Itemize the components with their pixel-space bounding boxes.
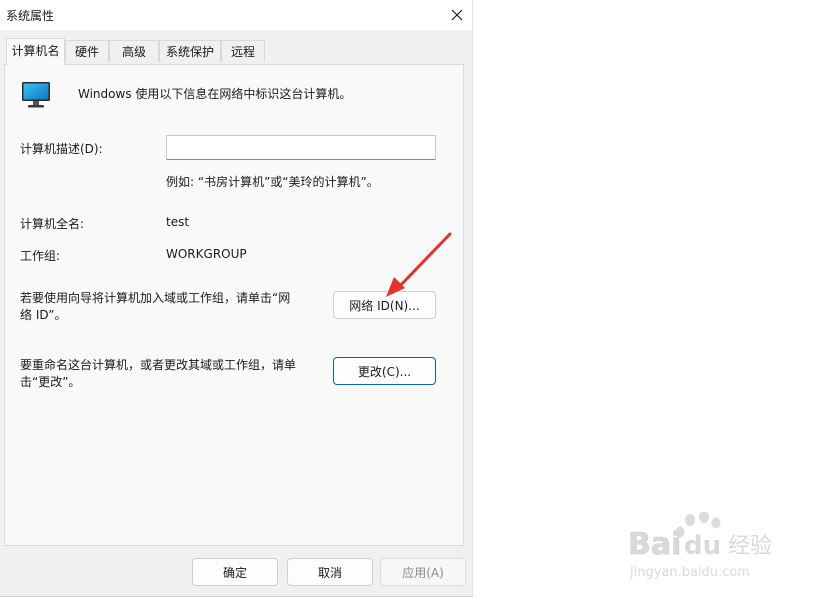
svg-text:Bai: Bai — [628, 527, 681, 562]
window-title: 系统属性 — [6, 9, 55, 23]
computer-monitor-icon — [22, 82, 50, 108]
network-id-instructions: 若要使用向导将计算机加入域或工作组，请单击“网络 ID”。 — [20, 291, 291, 322]
network-id-button[interactable]: 网络 ID(N)... — [333, 291, 436, 319]
tab-hardware[interactable]: 硬件 — [65, 40, 109, 62]
tab-label: 系统保护 — [165, 45, 214, 59]
full-name-label: 计算机全名: — [20, 217, 85, 231]
description-example: 例如: “书房计算机”或“美玲的计算机”。 — [166, 175, 379, 189]
cancel-button[interactable]: 取消 — [287, 558, 373, 586]
svg-text:jingyan.baidu.com: jingyan.baidu.com — [629, 565, 750, 580]
svg-text:经验: 经验 — [728, 534, 772, 559]
tab-label: 高级 — [121, 45, 146, 59]
full-name-value: test — [166, 215, 190, 229]
ok-button-label: 确定 — [222, 565, 247, 580]
ok-button[interactable]: 确定 — [192, 558, 278, 586]
computer-description-input[interactable] — [166, 135, 436, 160]
description-label: 计算机描述(D): — [20, 142, 103, 156]
tab-label: 计算机名 — [11, 44, 60, 58]
workgroup-label: 工作组: — [20, 249, 61, 263]
rename-instructions: 要重命名这台计算机，或者更改其域或工作组，请单击“更改”。 — [20, 358, 297, 389]
intro-text: Windows 使用以下信息在网络中标识这台计算机。 — [78, 87, 352, 101]
baidu-paw-logo: Bai du 经验 jingyan.baidu.com — [628, 511, 772, 580]
close-icon — [451, 9, 463, 21]
tab-computer-name[interactable]: 计算机名 — [6, 38, 65, 65]
title-bar: 系统属性 — [0, 0, 472, 30]
system-properties-dialog: 系统属性 计算机名 硬件 高级 系统保护 远程 Windows 使用以下信息在网… — [0, 0, 473, 597]
cancel-button-label: 取消 — [317, 565, 342, 580]
tab-label: 硬件 — [74, 45, 99, 59]
network-id-button-label: 网络 ID(N)... — [349, 298, 420, 313]
tab-system-protection[interactable]: 系统保护 — [159, 40, 221, 62]
tab-remote[interactable]: 远程 — [221, 40, 265, 62]
svg-text:du: du — [684, 531, 721, 561]
workgroup-value: WORKGROUP — [166, 247, 247, 261]
apply-button-label: 应用(A) — [402, 565, 444, 580]
close-button[interactable] — [442, 0, 472, 30]
tab-label: 远程 — [230, 45, 255, 59]
baidu-watermark: Bai du 经验 jingyan.baidu.com — [628, 511, 778, 582]
apply-button[interactable]: 应用(A) — [380, 558, 466, 586]
tab-advanced[interactable]: 高级 — [109, 40, 159, 62]
change-button-label: 更改(C)... — [357, 364, 412, 379]
change-button[interactable]: 更改(C)... — [333, 357, 436, 385]
